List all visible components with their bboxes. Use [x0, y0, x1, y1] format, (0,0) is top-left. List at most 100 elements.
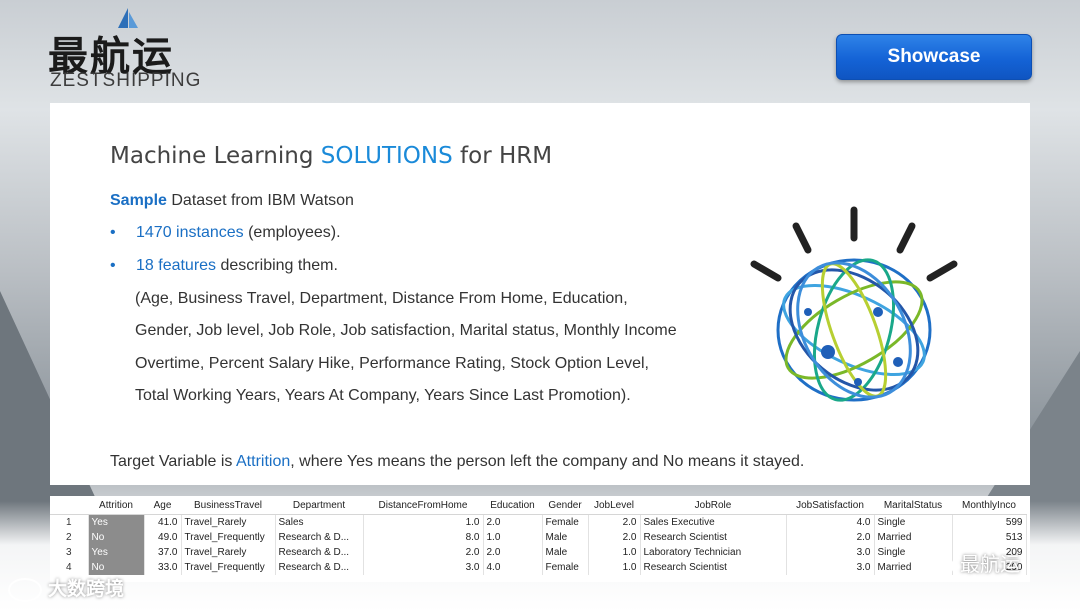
table-cell: 599	[952, 514, 1027, 530]
column-header[interactable]: Education	[483, 496, 542, 515]
table-cell: 2.0	[483, 545, 543, 560]
table-cell: Travel_Frequently	[181, 530, 276, 545]
table-cell: 513	[952, 530, 1027, 545]
table-cell: 1.0	[588, 545, 641, 560]
watermark-left: 大数跨境	[8, 574, 124, 602]
column-header[interactable]: JobSatisfaction	[786, 496, 874, 515]
column-header[interactable]	[50, 496, 88, 515]
target-suffix: , where Yes means the person left the co…	[290, 453, 805, 470]
table-cell: Sales	[275, 514, 364, 530]
column-header[interactable]: DistanceFromHome	[363, 496, 483, 515]
table-cell: 4.0	[786, 514, 875, 530]
table-cell: 41.0	[144, 514, 182, 530]
column-header[interactable]: MaritalStatus	[874, 496, 952, 515]
column-header[interactable]: Attrition	[88, 496, 144, 515]
table-row[interactable]: 1 Yes 41.0 Travel_Rarely Sales 1.0 2.0 Female 2.…	[50, 514, 1027, 530]
table-cell: 4.0	[483, 560, 543, 575]
bullet-highlight: 18 features	[136, 257, 217, 274]
table-row[interactable]: 2 No 49.0 Travel_Frequently Research & D... 8…	[50, 530, 1027, 545]
table-cell: Female	[542, 560, 589, 575]
table-cell: 3.0	[363, 560, 484, 575]
table-cell: 2	[50, 530, 89, 545]
watermark-right-text: 最航运	[960, 552, 1020, 576]
watermark-left-text: 大数跨境	[48, 578, 125, 600]
features-line: (Age, Business Travel, Department, Dista…	[135, 290, 628, 307]
table-cell: 2.0	[588, 514, 641, 530]
table-cell: 1.0	[483, 530, 543, 545]
features-line: Total Working Years, Years At Company, Y…	[135, 387, 631, 404]
column-header[interactable]: JobRole	[640, 496, 786, 515]
table-cell: Sales Executive	[640, 514, 787, 530]
table-cell: Single	[874, 514, 953, 530]
table-cell: 4	[50, 560, 89, 575]
logo-english-text: ZESTSHIPPING	[50, 70, 202, 91]
table-cell: 2.0	[588, 530, 641, 545]
column-header[interactable]: MonthlyInco	[952, 496, 1026, 515]
features-line: Gender, Job level, Job Role, Job satisfa…	[135, 322, 677, 339]
title-suffix: for HRM	[452, 143, 553, 169]
sample-rest: Dataset from IBM Watson	[166, 192, 354, 209]
table-cell: Research Scientist	[640, 530, 787, 545]
watermark-logo-icon	[8, 577, 42, 602]
column-header[interactable]: JobLevel	[588, 496, 640, 515]
table-cell: 49.0	[144, 530, 182, 545]
watermark-right: 最航运	[920, 548, 1020, 578]
data-table: Attrition Age BusinessTravel Department Dist…	[50, 496, 1030, 582]
table-cell: Laboratory Technician	[640, 545, 787, 560]
table-cell: Travel_Rarely	[181, 545, 276, 560]
table-cell: 3.0	[786, 560, 875, 575]
table-cell: Research Scientist	[640, 560, 787, 575]
table-cell: Male	[542, 545, 589, 560]
table-cell: 1	[50, 514, 89, 530]
features-line: Overtime, Percent Salary Hike, Performan…	[135, 355, 649, 372]
table-cell: No	[88, 530, 145, 545]
table-body: 1 Yes 41.0 Travel_Rarely Sales 1.0 2.0 Female 2.…	[50, 514, 1027, 575]
table-cell: Research & D...	[275, 530, 364, 545]
column-header[interactable]: Department	[275, 496, 363, 515]
bullet-text: describing them.	[216, 257, 338, 274]
table-cell: Male	[542, 530, 589, 545]
table-cell: Yes	[88, 514, 145, 530]
column-header[interactable]: BusinessTravel	[181, 496, 275, 515]
slide-title: Machine Learning SOLUTIONS for HRM	[110, 143, 552, 169]
table-cell: Married	[874, 530, 953, 545]
table-row[interactable]: 4 No 33.0 Travel_Frequently Research & D... 3…	[50, 560, 1027, 575]
table-cell: 3	[50, 545, 89, 560]
table-cell: 8.0	[363, 530, 484, 545]
sample-line: Sample Dataset from IBM Watson	[110, 192, 354, 210]
table-cell: 1.0	[363, 514, 484, 530]
table-cell: Female	[542, 514, 589, 530]
column-header[interactable]: Gender	[542, 496, 588, 515]
column-header[interactable]: Age	[144, 496, 181, 515]
table-cell: 3.0	[786, 545, 875, 560]
table-header-row: Attrition Age BusinessTravel Department Dist…	[50, 496, 1026, 515]
title-prefix: Machine Learning	[110, 143, 321, 169]
table-cell: 1.0	[588, 560, 641, 575]
table-cell: Research & D...	[275, 560, 364, 575]
target-prefix: Target Variable is	[110, 453, 236, 470]
target-highlight: Attrition	[236, 453, 291, 470]
table-row[interactable]: 3 Yes 37.0 Travel_Rarely Research & D... 2.0 2…	[50, 545, 1027, 560]
title-highlight: SOLUTIONS	[320, 143, 453, 169]
bullet-highlight: 1470 instances	[136, 224, 244, 241]
zestshipping-logo: 最航运 ZESTSHIPPING	[48, 6, 202, 92]
table-cell: 37.0	[144, 545, 182, 560]
table-cell: Travel_Frequently	[181, 560, 276, 575]
table-cell: 33.0	[144, 560, 182, 575]
table-cell: 2.0	[483, 514, 543, 530]
bullet-dot: •	[110, 257, 116, 274]
table-cell: Yes	[88, 545, 145, 560]
table-cell: Research & D...	[275, 545, 364, 560]
bullet-text: (employees).	[243, 224, 341, 241]
showcase-button[interactable]: Showcase	[836, 34, 1032, 80]
target-variable-line: Target Variable is Attrition, where Yes …	[110, 453, 804, 471]
wechat-icon	[920, 553, 954, 578]
bullet-dot: •	[110, 224, 116, 241]
watson-globe-icon	[750, 206, 958, 402]
table-cell: No	[88, 560, 145, 575]
table-cell: 2.0	[786, 530, 875, 545]
bullet-features: • 18 features describing them.	[110, 257, 338, 275]
table-cell: 2.0	[363, 545, 484, 560]
bullet-instances: • 1470 instances (employees).	[110, 224, 341, 242]
table-cell: Travel_Rarely	[181, 514, 276, 530]
